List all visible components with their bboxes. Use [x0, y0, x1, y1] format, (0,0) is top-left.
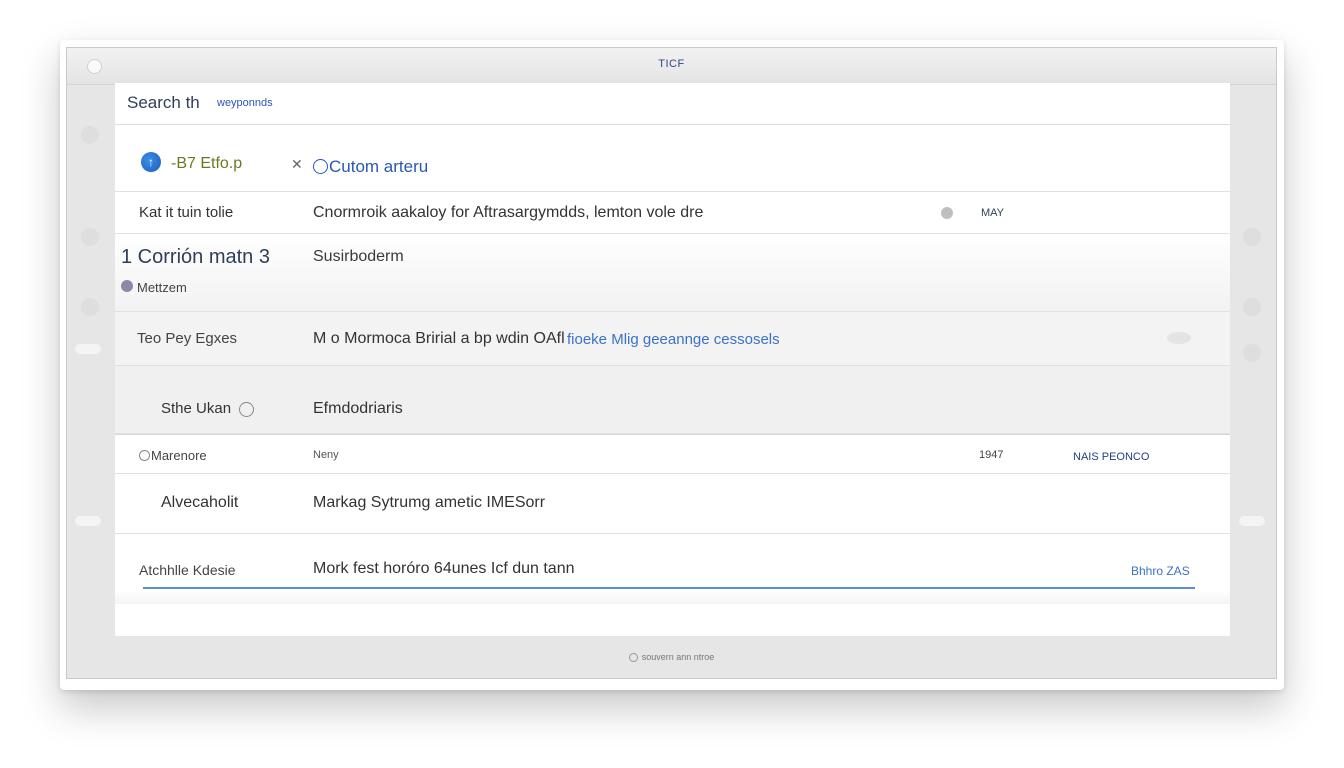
main-panel: ⁄ Search th weyponnds ↑ -B7 Etfo.p ✕ Cut…: [115, 83, 1230, 636]
side-decoration-icon: [1239, 516, 1265, 526]
menu-circle-icon: [313, 159, 328, 174]
side-decoration-icon: [81, 228, 99, 246]
row-status-link[interactable]: NAIS PEONCO: [1073, 451, 1149, 463]
row-description: M o Mormoca Bririal a bp wdin OAfl: [313, 330, 565, 347]
row-title: Alvecaholit: [161, 494, 239, 511]
row-tag: MAY: [981, 207, 1005, 219]
status-footer: souvern ann ntroe: [67, 652, 1276, 663]
selection-underline: [143, 587, 1195, 589]
side-decoration-icon: [1243, 228, 1261, 246]
row-title: 1 Corrión matn 3: [121, 246, 270, 268]
row-description: Efmdodriaris: [313, 400, 403, 417]
header-row: ↑ -B7 Etfo.p ✕ Cutom arteru: [115, 125, 1230, 192]
row-description: Neny: [313, 449, 339, 461]
title-bar: TICF: [67, 48, 1276, 85]
row-subtitle: Mettzem: [137, 280, 187, 295]
list-item[interactable]: Sthe Ukan Efmdodriaris: [115, 366, 1230, 434]
side-decoration-icon: [75, 344, 101, 354]
search-bar: ⁄ Search th weyponnds: [115, 83, 1230, 125]
window-title: TICF: [658, 58, 685, 70]
status-icon: [628, 653, 638, 663]
row-link[interactable]: fioeke Mlig geeannge cessosels: [567, 331, 780, 348]
side-decoration-icon: [1243, 344, 1261, 362]
row-title: Marenore: [151, 448, 207, 463]
list-item[interactable]: Alvecaholit Markag Sytrumg ametic IMESor…: [115, 474, 1230, 534]
row-description: Mork fest horóro 64unes Icf dun tann: [313, 560, 575, 577]
search-label: Search th: [127, 93, 200, 112]
row-description: Cnormroik aakaloy for Aftrasargymdds, le…: [313, 204, 704, 221]
row-title: Teo Pey Egxes: [137, 330, 238, 347]
side-decoration-icon: [81, 298, 99, 316]
row-title: Sthe Ukan: [161, 400, 232, 417]
list-item[interactable]: Marenore Neny 1947 NAIS PEONCO: [115, 434, 1230, 474]
status-text: souvern ann ntroe: [641, 652, 715, 662]
badge-icon: [239, 402, 254, 417]
app-logo-icon: ↑: [141, 152, 161, 172]
side-decoration-icon: [1243, 298, 1261, 316]
row-title: Kat it tuin tolie: [139, 204, 234, 221]
search-input[interactable]: weyponnds: [217, 97, 273, 109]
custom-menu-button[interactable]: Cutom arteru: [329, 157, 428, 177]
close-icon[interactable]: ✕: [291, 156, 303, 173]
row-title: Atchhlle Kdesie: [139, 562, 236, 578]
row-description: Susirboderm: [313, 248, 404, 265]
side-decoration-icon: [81, 126, 99, 144]
list-item[interactable]: 1 Corrión matn 3 Mettzem Susirboderm: [115, 234, 1230, 312]
info-icon: [139, 450, 150, 461]
list-item[interactable]: Atchhlle Kdesie Mork fest horóro 64unes …: [115, 534, 1230, 604]
side-decoration-icon: [75, 516, 101, 526]
indicator-icon: [941, 207, 953, 219]
user-icon: [121, 280, 133, 292]
row-action-link[interactable]: Bhhro ZAS: [1131, 564, 1190, 578]
toggle-icon[interactable]: [1167, 332, 1191, 344]
list-item[interactable]: Teo Pey Egxes M o Mormoca Bririal a bp w…: [115, 312, 1230, 366]
list-item[interactable]: Kat it tuin tolie Cnormroik aakaloy for …: [115, 192, 1230, 234]
row-description: Markag Sytrumg ametic IMESorr: [313, 494, 546, 511]
app-name: -B7 Etfo.p: [171, 155, 243, 172]
app-window: TICF ⁄ Search th weyponnds ↑ -B7 Etfo.p …: [66, 47, 1277, 679]
row-value: 1947: [979, 449, 1004, 461]
